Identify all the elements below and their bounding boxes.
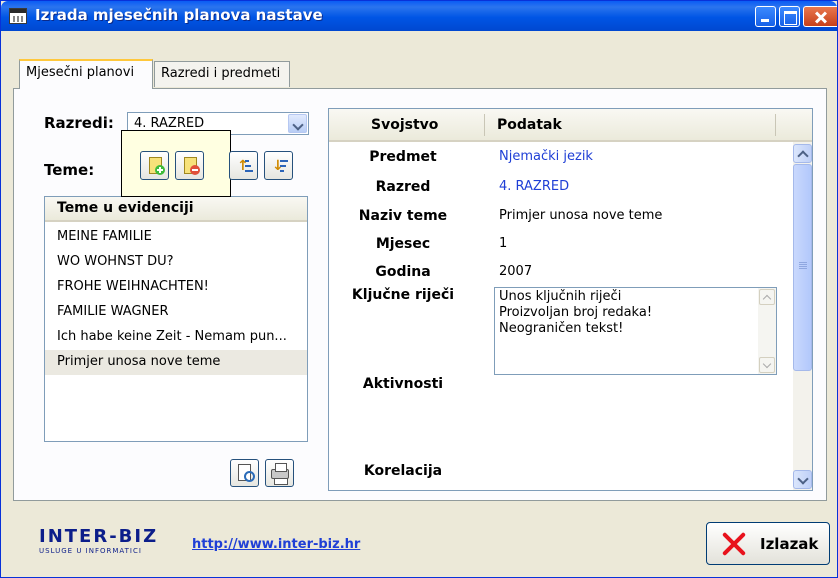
property-value[interactable]: Njemački jezik xyxy=(499,149,593,164)
chevron-up-icon[interactable] xyxy=(793,144,812,163)
property-value[interactable]: 1 xyxy=(499,236,507,251)
razredi-selected-value: 4. RAZRED xyxy=(134,116,205,131)
add-document-icon xyxy=(149,157,165,175)
scrollbar-thumb[interactable] xyxy=(793,164,812,371)
chevron-down-icon[interactable] xyxy=(288,114,307,133)
close-button[interactable] xyxy=(803,6,837,27)
list-item[interactable]: FAMILIE WAGNER xyxy=(45,300,307,325)
exit-button[interactable]: Izlazak xyxy=(706,522,830,565)
remove-theme-button[interactable] xyxy=(175,151,204,180)
list-item[interactable]: WO WOHNST DU? xyxy=(45,250,307,275)
remove-document-icon xyxy=(184,157,200,175)
print-button[interactable] xyxy=(265,459,294,487)
list-item[interactable]: MEINE FAMILIE xyxy=(45,225,307,250)
brand-name: INTER-BIZ xyxy=(39,526,159,547)
chevron-up-icon[interactable] xyxy=(759,289,775,305)
maximize-button[interactable] xyxy=(779,6,800,27)
property-name: Korelacija xyxy=(363,463,443,479)
inter-biz-logo: INTER-BIZ USLUGE U INFORMATICI xyxy=(39,528,158,556)
keywords-line: Proizvoljan broj redaka! xyxy=(499,305,653,320)
grid-scrollbar[interactable] xyxy=(793,142,812,490)
chevron-down-icon[interactable] xyxy=(759,357,775,373)
add-theme-button[interactable] xyxy=(140,151,169,180)
list-item-selected[interactable]: Primjer unosa nove teme xyxy=(45,350,307,375)
property-name: Mjesec xyxy=(375,236,431,252)
print-preview-icon xyxy=(238,464,255,482)
tab-razredi-i-predmeti[interactable]: Razredi i predmeti xyxy=(154,61,290,87)
theme-list[interactable]: Teme u evidenciji MEINE FAMILIE WO WOHNS… xyxy=(44,196,308,442)
teme-label: Teme: xyxy=(44,161,95,179)
calendar-icon xyxy=(9,8,27,24)
sort-descending-icon: ↓ xyxy=(272,158,288,174)
sort-descending-button[interactable]: ↓ xyxy=(264,151,293,180)
sort-ascending-icon: ↑ xyxy=(237,158,253,174)
tab-mjesecni-planovi[interactable]: Mjesečni planovi xyxy=(19,59,153,89)
razredi-label: Razredi: xyxy=(44,114,114,132)
textarea-scrollbar[interactable] xyxy=(758,288,776,374)
keywords-line: Unos ključnih riječi xyxy=(499,289,622,304)
keywords-line: Neograničen tekst! xyxy=(499,321,624,336)
title-bar[interactable]: Izrada mjesečnih planova nastave xyxy=(1,1,837,31)
minimize-button[interactable] xyxy=(755,6,776,27)
printer-icon xyxy=(271,463,289,485)
property-name: Predmet xyxy=(369,149,437,165)
property-value[interactable]: 4. RAZRED xyxy=(499,179,569,194)
property-name: Ključne riječi xyxy=(351,287,455,303)
main-window: Izrada mjesečnih planova nastave Mjesečn… xyxy=(0,0,838,578)
property-name: Godina xyxy=(375,264,431,280)
property-value[interactable]: 2007 xyxy=(499,264,532,279)
column-header-svojstvo: Svojstvo xyxy=(371,117,439,133)
grid-header: Svojstvo Podatak xyxy=(329,109,812,142)
website-link[interactable]: http://www.inter-biz.hr xyxy=(192,537,360,552)
list-header: Teme u evidenciji xyxy=(45,197,307,222)
close-x-icon xyxy=(721,531,747,557)
chevron-down-icon[interactable] xyxy=(793,470,812,489)
keywords-textarea[interactable]: Unos ključnih riječi Proizvoljan broj re… xyxy=(494,287,777,375)
exit-label: Izlazak xyxy=(760,535,819,553)
property-name: Razred xyxy=(375,179,431,195)
sort-ascending-button[interactable]: ↑ xyxy=(229,151,258,180)
brand-tagline: USLUGE U INFORMATICI xyxy=(39,547,142,555)
property-name: Aktivnosti xyxy=(362,376,444,392)
window-title: Izrada mjesečnih planova nastave xyxy=(35,6,323,24)
print-preview-button[interactable] xyxy=(230,459,259,487)
list-item[interactable]: Ich habe keine Zeit - Nemam pun... xyxy=(45,325,307,350)
list-item[interactable]: FROHE WEIHNACHTEN! xyxy=(45,275,307,300)
property-grid[interactable]: Svojstvo Podatak Predmet Njemački jezik … xyxy=(328,108,813,491)
property-value[interactable]: Primjer unosa nove teme xyxy=(499,208,662,223)
property-name: Naziv teme xyxy=(358,208,448,224)
column-header-podatak: Podatak xyxy=(497,117,562,133)
